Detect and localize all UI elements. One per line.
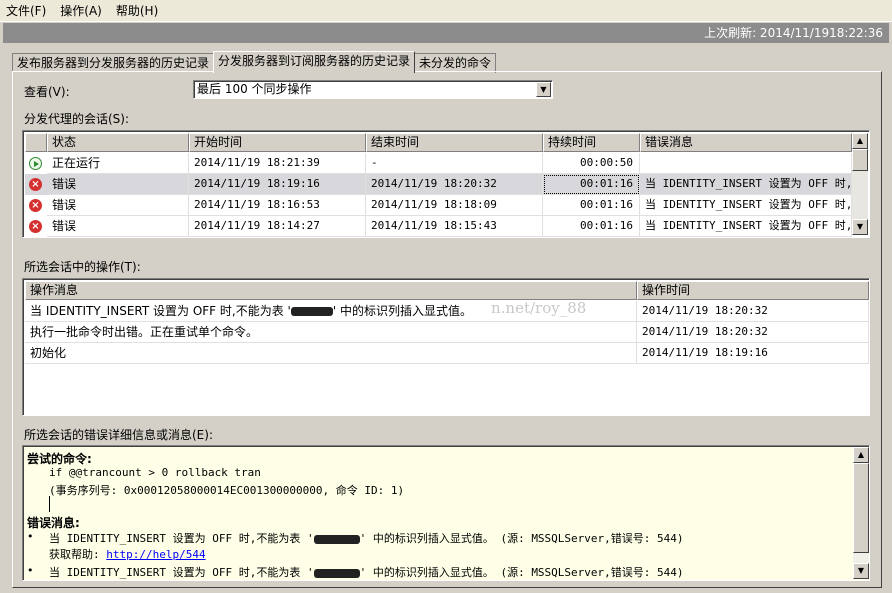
tab-publisher-to-distributor[interactable]: 发布服务器到分发服务器的历史记录 — [12, 53, 215, 73]
scroll-thumb[interactable] — [853, 463, 869, 553]
session-status: 错误 — [47, 195, 189, 216]
error-icon: × — [29, 178, 42, 191]
session-start: 2014/11/19 18:21:39 — [189, 153, 366, 174]
session-start: 2014/11/19 18:16:53 — [189, 195, 366, 216]
error-message-2: 当 IDENTITY_INSERT 设置为 OFF 时,不能为表 ' ' 中的标识… — [49, 566, 684, 579]
session-end: 2014/11/19 18:15:43 — [366, 216, 543, 237]
view-label: 查看(V): — [24, 85, 70, 99]
actions-label: 所选会话中的操作(T): — [24, 260, 141, 274]
scroll-down-icon[interactable]: ▼ — [853, 563, 869, 579]
last-refresh-bar: 上次刷新: 2014/11/1918:22:36 — [3, 23, 889, 43]
redacted-table-name — [313, 568, 360, 578]
session-duration: 00:01:16 — [543, 174, 640, 195]
transaction-seqno: (事务序列号: 0x00012058000014EC001300000000, … — [49, 484, 405, 497]
header-icon-col — [25, 133, 47, 152]
scroll-thumb[interactable] — [852, 149, 868, 171]
scroll-up-icon[interactable]: ▲ — [853, 447, 869, 463]
header-start-time[interactable]: 开始时间 — [189, 133, 366, 152]
session-start: 2014/11/19 18:19:16 — [189, 174, 366, 195]
tab-strip: 发布服务器到分发服务器的历史记录 分发服务器到订阅服务器的历史记录 未分发的命令 — [12, 51, 497, 73]
session-duration: 00:01:16 — [543, 195, 640, 216]
action-row[interactable]: 当 IDENTITY_INSERT 设置为 OFF 时,不能为表 ' ' 中的标识… — [25, 301, 869, 322]
help-line: 获取帮助: http://help/544 — [49, 548, 206, 561]
detail-label: 所选会话的错误详细信息或消息(E): — [24, 428, 213, 442]
session-status: 错误 — [47, 216, 189, 237]
tab-distributor-to-subscriber[interactable]: 分发服务器到订阅服务器的历史记录 — [213, 51, 416, 73]
attempted-command: if @@trancount > 0 rollback tran — [49, 466, 261, 479]
session-duration: 00:00:50 — [543, 153, 640, 174]
running-icon — [29, 157, 42, 170]
sessions-scrollbar[interactable]: ▲ ▼ — [852, 133, 868, 235]
header-action-message[interactable]: 操作消息 — [25, 281, 637, 300]
actions-grid: 操作消息 操作时间 当 IDENTITY_INSERT 设置为 OFF 时,不能… — [22, 278, 870, 416]
menu-file[interactable]: 文件(F) — [6, 2, 46, 19]
bullet-icon: • — [27, 564, 34, 577]
session-row[interactable]: × 错误 2014/11/19 18:16:53 2014/11/19 18:1… — [25, 195, 852, 216]
redacted-table-name — [290, 307, 333, 316]
dropdown-arrow-icon[interactable]: ▼ — [536, 82, 551, 97]
error-detail-panel[interactable]: 尝试的命令: if @@trancount > 0 rollback tran … — [22, 445, 870, 581]
error-icon: × — [29, 199, 42, 212]
session-row[interactable]: 正在运行 2014/11/19 18:21:39 - 00:00:50 — [25, 153, 852, 174]
view-select[interactable]: 最后 100 个同步操作 ▼ — [193, 80, 553, 99]
action-time: 2014/11/19 18:20:32 — [637, 301, 869, 322]
sessions-label: 分发代理的会话(S): — [24, 112, 130, 126]
session-error: 当 IDENTITY_INSERT 设置为 OFF 时,... — [640, 174, 852, 195]
menu-bar: 文件(F) 操作(A) 帮助(H) — [0, 0, 892, 22]
session-row[interactable]: × 错误 2014/11/19 18:19:16 2014/11/19 18:2… — [25, 174, 852, 195]
session-status: 正在运行 — [47, 153, 189, 174]
redacted-table-name — [313, 534, 360, 544]
tab-undistributed-commands[interactable]: 未分发的命令 — [414, 53, 497, 73]
error-message-1: 当 IDENTITY_INSERT 设置为 OFF 时,不能为表 ' ' 中的标识… — [49, 532, 684, 545]
session-row[interactable]: × 错误 2014/11/19 18:14:27 2014/11/19 18:1… — [25, 216, 852, 237]
action-row[interactable]: 初始化 2014/11/19 18:19:16 — [25, 343, 869, 364]
menu-action[interactable]: 操作(A) — [60, 2, 102, 19]
sessions-grid: 状态 开始时间 结束时间 持续时间 错误消息 正在运行 2014/11/19 1… — [22, 130, 870, 238]
detail-scrollbar[interactable]: ▲ ▼ — [853, 447, 869, 579]
scroll-up-icon[interactable]: ▲ — [852, 133, 868, 149]
session-end: - — [366, 153, 543, 174]
action-message: 执行一批命令时出错。正在重试单个命令。 — [25, 322, 637, 343]
session-error — [640, 153, 852, 174]
session-status: 错误 — [47, 174, 189, 195]
session-end: 2014/11/19 18:20:32 — [366, 174, 543, 195]
session-end: 2014/11/19 18:18:09 — [366, 195, 543, 216]
header-action-time[interactable]: 操作时间 — [637, 281, 869, 300]
text-caret — [49, 496, 50, 512]
bullet-icon: • — [27, 530, 34, 543]
menu-help[interactable]: 帮助(H) — [116, 2, 158, 19]
action-time: 2014/11/19 18:19:16 — [637, 343, 869, 364]
help-link[interactable]: http://help/544 — [106, 548, 205, 561]
error-message-title: 错误消息: — [27, 516, 80, 530]
scroll-down-icon[interactable]: ▼ — [852, 219, 868, 235]
header-error-message[interactable]: 错误消息 — [640, 133, 852, 152]
session-error: 当 IDENTITY_INSERT 设置为 OFF 时,... — [640, 195, 852, 216]
watermark: n.net/roy_88 — [491, 299, 587, 317]
header-end-time[interactable]: 结束时间 — [366, 133, 543, 152]
action-time: 2014/11/19 18:20:32 — [637, 322, 869, 343]
header-status[interactable]: 状态 — [47, 133, 189, 152]
action-message: 初始化 — [25, 343, 637, 364]
view-select-value: 最后 100 个同步操作 — [197, 82, 312, 96]
session-error: 当 IDENTITY_INSERT 设置为 OFF 时,... — [640, 216, 852, 237]
attempted-command-title: 尝试的命令: — [27, 452, 92, 466]
session-duration: 00:01:16 — [543, 216, 640, 237]
action-row[interactable]: 执行一批命令时出错。正在重试单个命令。 2014/11/19 18:20:32 — [25, 322, 869, 343]
session-start: 2014/11/19 18:14:27 — [189, 216, 366, 237]
header-duration[interactable]: 持续时间 — [543, 133, 640, 152]
error-icon: × — [29, 220, 42, 233]
